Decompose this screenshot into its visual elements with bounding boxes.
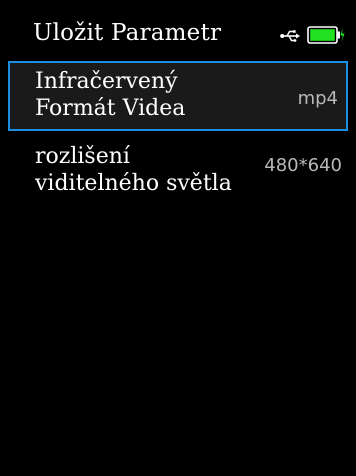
setting-label-line2: viditelného světla xyxy=(35,171,232,196)
setting-value: mp4 xyxy=(297,88,338,109)
setting-label: Infračervený Formát Videa xyxy=(35,68,185,122)
status-header: Uložit Parametr xyxy=(0,0,356,60)
setting-label-line1: Infračervený xyxy=(35,69,178,94)
setting-label-line1: rozlišení xyxy=(35,144,130,169)
setting-label-line2: Formát Videa xyxy=(35,96,186,121)
setting-ir-video-format[interactable]: Infračervený Formát Videa mp4 xyxy=(8,61,348,131)
usb-icon xyxy=(280,28,300,42)
page-title: Uložit Parametr xyxy=(33,20,222,46)
battery-charging-icon xyxy=(307,26,345,44)
setting-label: rozlišení viditelného světla xyxy=(35,143,232,197)
setting-visible-light-resolution[interactable]: rozlišení viditelného světla 480*640 xyxy=(8,138,348,208)
setting-value: 480*640 xyxy=(264,155,342,176)
